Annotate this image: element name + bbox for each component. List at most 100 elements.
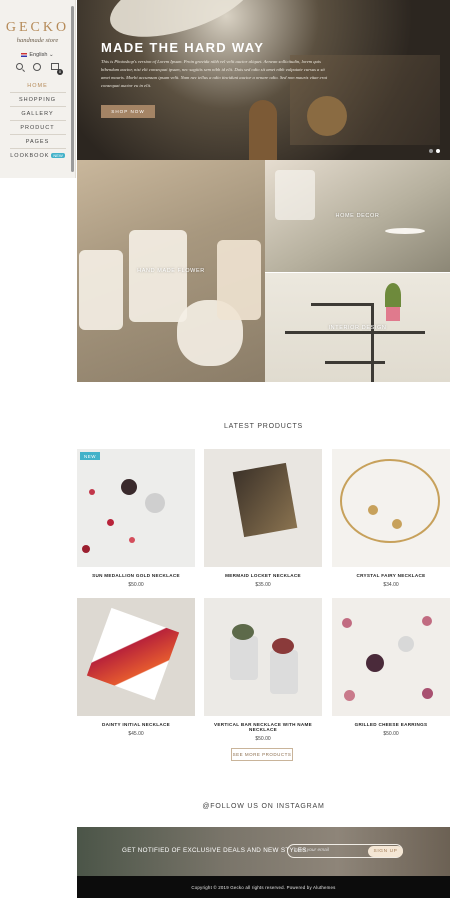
product-image[interactable]: [204, 449, 322, 567]
scarf-image: [232, 462, 298, 538]
product-price: $35.00: [255, 582, 271, 588]
herb-image: [232, 624, 254, 640]
shop-now-button[interactable]: SHOP NOW: [101, 105, 155, 118]
hero-banner: MADE THE HARD WAY This is Photoshop's ve…: [77, 0, 450, 160]
header-icons: 0: [0, 63, 75, 75]
product-image[interactable]: [332, 598, 450, 716]
shelf-image: [285, 331, 425, 334]
main-nav: HOME SHOPPING GALLERY PRODUCT PAGES LOOK…: [0, 79, 75, 162]
petal-image: [82, 545, 90, 553]
plant-image: [385, 283, 401, 307]
email-placeholder: Enter your email: [294, 848, 329, 853]
sign-up-button[interactable]: SIGN UP: [368, 846, 403, 857]
vase-image: [386, 307, 400, 321]
herb-image: [272, 638, 294, 654]
petal-image: [422, 688, 433, 699]
product-name[interactable]: SUN MEDALLION GOLD NECKLACE: [77, 573, 195, 578]
product-price: $50.00: [383, 731, 399, 737]
petal-image: [89, 489, 95, 495]
nav-item-pages[interactable]: PAGES: [9, 135, 66, 149]
product-name[interactable]: MERMAID LOCKET NECKLACE: [204, 573, 322, 578]
nav-item-shopping[interactable]: SHOPPING: [9, 93, 66, 107]
new-badge: NEW: [51, 152, 65, 158]
footer: Copyright © 2019 Gecko all rights reserv…: [77, 876, 450, 898]
slider-dots: [429, 149, 440, 153]
product-price: $34.00: [383, 582, 399, 588]
nav-item-lookbook[interactable]: LOOKBOOK NEW: [10, 149, 66, 162]
product-price: $50.00: [128, 582, 144, 588]
category-hand-made-flower[interactable]: HAND MADE FLOWER: [77, 160, 265, 382]
product-card[interactable]: MERMAID LOCKET NECKLACE $35.00: [204, 449, 322, 588]
tin-image: [121, 479, 137, 495]
petal-image: [107, 519, 114, 526]
sidebar-scrollbar[interactable]: [71, 6, 74, 172]
nav-item-home[interactable]: HOME: [9, 79, 66, 93]
product-card[interactable]: VERTICAL BAR NECKLACE WITH NAME NECKLACE…: [204, 598, 322, 742]
product-card[interactable]: CRYSTAL FAIRY NECKLACE $34.00: [332, 449, 450, 588]
category-label: HOME DECOR: [335, 213, 380, 219]
nav-item-gallery[interactable]: GALLERY: [9, 107, 66, 121]
petal-image: [344, 690, 355, 701]
user-icon[interactable]: [33, 63, 41, 71]
cart-icon[interactable]: 0: [51, 63, 63, 75]
product-name[interactable]: DAINTY INITIAL NECKLACE: [77, 722, 195, 727]
jar-image: [217, 240, 261, 320]
category-label: INTERIOR DESIGN: [328, 324, 387, 331]
slider-dot-active[interactable]: [436, 149, 440, 153]
hero-text: This is Photoshop's version of Lorem Ips…: [101, 59, 328, 88]
hero-cactus-image: [307, 96, 347, 136]
logo-tagline: handmade store: [16, 37, 59, 44]
product-price: $50.00: [255, 736, 271, 742]
newsletter-banner: GET NOTIFIED OF EXCLUSIVE DEALS AND NEW …: [77, 827, 450, 876]
jar-image: [230, 636, 258, 680]
nav-item-product[interactable]: PRODUCT: [9, 121, 66, 135]
cart-count-badge: 0: [57, 69, 63, 75]
product-price: $45.00: [128, 731, 144, 737]
petal-image: [342, 618, 352, 628]
flag-icon: [21, 52, 28, 57]
product-image[interactable]: [77, 598, 195, 716]
shelf-image: [325, 361, 385, 364]
category-interior-design[interactable]: INTERIOR DESIGN: [265, 273, 450, 382]
product-image[interactable]: [204, 598, 322, 716]
product-image[interactable]: [332, 449, 450, 567]
new-badge: NEW: [80, 452, 100, 460]
instagram-title: @FOLLOW US ON INSTAGRAM: [202, 803, 325, 810]
petal-image: [129, 537, 135, 543]
product-card[interactable]: GRILLED CHEESE EARRINGS $50.00: [332, 598, 450, 737]
product-name[interactable]: GRILLED CHEESE EARRINGS: [332, 722, 450, 727]
category-home-decor[interactable]: HOME DECOR: [265, 160, 450, 272]
sidebar: GECKO handmade store English ⌄ 0 HOME SH…: [0, 0, 76, 178]
product-name[interactable]: VERTICAL BAR NECKLACE WITH NAME NECKLACE: [204, 722, 322, 732]
hero-pot-image: [249, 100, 277, 160]
search-icon[interactable]: [16, 63, 23, 70]
shelf-image: [311, 303, 371, 306]
jar-image: [79, 250, 123, 330]
tin-image: [398, 636, 414, 652]
slider-dot[interactable]: [429, 149, 433, 153]
newsletter-text: GET NOTIFIED OF EXCLUSIVE DEALS AND NEW …: [122, 847, 307, 854]
copyright-text: Copyright © 2019 Gecko all rights reserv…: [191, 884, 336, 890]
tin-image: [145, 493, 165, 513]
product-card[interactable]: NEW SUN MEDALLION GOLD NECKLACE $50.00: [77, 449, 195, 588]
tin-image: [366, 654, 384, 672]
jar-image: [129, 230, 187, 322]
language-label: English: [29, 52, 48, 58]
petal-image: [422, 616, 432, 626]
crown-image: [340, 459, 440, 543]
flower-image: [368, 505, 378, 515]
scarf-image: [86, 607, 180, 701]
product-card[interactable]: DAINTY INITIAL NECKLACE $45.00: [77, 598, 195, 737]
flower-image: [392, 519, 402, 529]
see-more-products-button[interactable]: SEE MORE PRODUCTS: [231, 748, 293, 761]
logo[interactable]: GECKO: [0, 20, 75, 36]
category-label: HAND MADE FLOWER: [137, 268, 205, 274]
latest-products-title: LATEST PRODUCTS: [223, 423, 304, 430]
product-image[interactable]: [77, 449, 195, 567]
language-selector[interactable]: English ⌄: [0, 52, 75, 58]
jar-image: [270, 650, 298, 694]
hero-title: MADE THE HARD WAY: [101, 40, 265, 55]
product-name[interactable]: CRYSTAL FAIRY NECKLACE: [332, 573, 450, 578]
chevron-down-icon: ⌄: [48, 52, 54, 58]
table-image: [385, 228, 425, 234]
